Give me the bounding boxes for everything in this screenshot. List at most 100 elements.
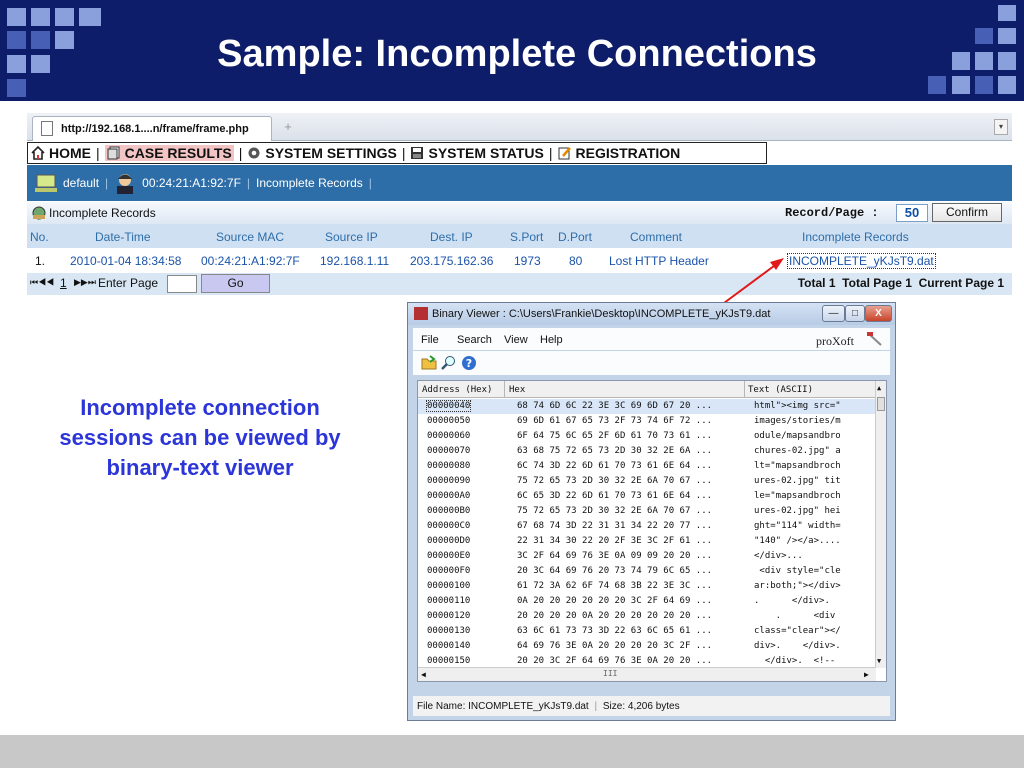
scroll-right-button[interactable]: ▶ <box>864 670 869 679</box>
binary-viewer-toolbar: ? <box>413 351 890 375</box>
hex-cell-text: ar:both;"></div> <box>754 581 841 591</box>
menu-file[interactable]: File <box>421 334 439 346</box>
column-header: Comment <box>630 230 683 244</box>
header-text: Text (ASCII) <box>748 385 814 395</box>
scroll-left-button[interactable]: ◀ <box>421 670 426 679</box>
decor-square <box>975 76 993 94</box>
incomplete-record-file-link[interactable]: INCOMPLETE_yKJsT9.dat <box>787 253 936 269</box>
table-row[interactable]: 1. 2010-01-04 18:34:58 00:24:21:A1:92:7F… <box>27 248 1012 274</box>
hex-row[interactable]: 000000F0 20 3C 64 69 76 20 73 74 79 6C 65… <box>418 564 876 579</box>
cell-source-mac: 00:24:21:A1:92:7F <box>201 254 300 268</box>
hex-row[interactable]: 00000070 63 68 75 72 65 73 2D 30 32 2E 6A… <box>418 444 876 459</box>
menu-system-settings[interactable]: SYSTEM SETTINGS <box>247 145 397 161</box>
go-button[interactable]: Go <box>201 274 270 293</box>
enter-page-input[interactable] <box>167 275 197 293</box>
open-folder-icon[interactable] <box>421 355 437 371</box>
menu-case-results[interactable]: CASE RESULTS <box>104 145 234 161</box>
hex-row[interactable]: 00000140 64 69 76 3E 0A 20 20 20 20 3C 2F… <box>418 639 876 654</box>
page-link[interactable]: 1 <box>60 276 67 290</box>
menu-view[interactable]: View <box>504 334 528 346</box>
hex-row[interactable]: 000000A0 6C 65 3D 22 6D 61 70 73 61 6E 64… <box>418 489 876 504</box>
menu-home[interactable]: HOME <box>31 145 91 161</box>
confirm-button[interactable]: Confirm <box>932 203 1002 222</box>
hex-row[interactable]: 00000080 6C 74 3D 22 6D 61 70 73 61 6E 64… <box>418 459 876 474</box>
record-per-page-input[interactable]: 50 <box>896 204 928 222</box>
hex-cell-addr: 00000130 <box>427 626 471 636</box>
scrollbar-thumb[interactable] <box>877 397 885 411</box>
close-button[interactable]: X <box>865 305 892 322</box>
hex-row[interactable]: 000000C0 67 68 74 3D 22 31 31 34 22 20 77… <box>418 519 876 534</box>
hex-view[interactable]: Address (Hex) Hex Text (ASCII) 00000040 6… <box>417 380 887 682</box>
hex-cell-hex: 63 68 75 72 65 73 2D 30 32 2E 6A ... <box>517 446 713 456</box>
user-icon <box>117 174 134 194</box>
header-address: Address (Hex) <box>422 385 493 395</box>
records-toolbar: Incomplete Records Record/Page : 50 Conf… <box>27 202 1012 224</box>
hex-cell-addr: 00000090 <box>427 476 471 486</box>
hex-cell-hex: 63 6C 61 73 73 3D 22 63 6C 65 61 ... <box>517 626 713 636</box>
hex-cell-text: </div>. <!-- <box>754 656 836 666</box>
hex-cell-hex: 0A 20 20 20 20 20 20 3C 2F 64 69 ... <box>517 596 713 606</box>
hex-row[interactable]: 00000050 69 6D 61 67 65 73 2F 73 74 6F 72… <box>418 414 876 429</box>
slide-footer <box>0 735 1024 768</box>
cell-dport: 80 <box>569 254 583 268</box>
first-prev-page-button[interactable]: ⏮◀◀ <box>30 277 54 288</box>
decor-square <box>952 76 970 94</box>
hex-row[interactable]: 000000B0 75 72 65 73 2D 30 32 2E 6A 70 67… <box>418 504 876 519</box>
gear-icon <box>248 147 260 159</box>
hex-row[interactable]: 000000E0 3C 2F 64 69 76 3E 0A 09 09 20 20… <box>418 549 876 564</box>
status-file-size: Size: 4,206 bytes <box>602 701 680 712</box>
hex-cell-text: html"><img src=" <box>754 401 841 411</box>
hex-row[interactable]: 00000060 6F 64 75 6C 65 2F 6D 61 70 73 61… <box>418 429 876 444</box>
hex-cell-hex: 20 20 3C 2F 64 69 76 3E 0A 20 20 ... <box>517 656 713 666</box>
decor-square <box>7 8 26 26</box>
decor-square <box>31 8 50 26</box>
infobar-section: Incomplete Records <box>256 176 363 190</box>
hex-row[interactable]: 000000D0 22 31 34 30 22 20 2F 3E 3C 2F 61… <box>418 534 876 549</box>
scrollbar-grip[interactable]: III <box>603 669 617 678</box>
totals-text: Total 1 Total Page 1 Current Page 1 <box>798 276 1004 290</box>
minimize-button[interactable]: — <box>822 305 845 322</box>
hex-cell-addr: 00000080 <box>427 461 471 471</box>
record-per-page-label: Record/Page : <box>785 206 879 220</box>
browser-tab[interactable]: http://192.168.1....n/frame/frame.php <box>32 116 272 141</box>
scroll-up-button[interactable]: ▲ <box>877 384 881 392</box>
new-tab-button[interactable]: + <box>277 119 299 137</box>
search-icon[interactable] <box>441 355 457 371</box>
menu-help[interactable]: Help <box>540 334 563 346</box>
menu-system-status[interactable]: SYSTEM STATUS <box>410 145 544 161</box>
hex-row[interactable]: 00000040 68 74 6D 6C 22 3E 3C 69 6D 67 20… <box>418 399 876 414</box>
hex-cell-addr: 000000A0 <box>427 491 471 501</box>
hex-cell-hex: 61 72 3A 62 6F 74 68 3B 22 3E 3C ... <box>517 581 713 591</box>
hex-row[interactable]: 00000110 0A 20 20 20 20 20 20 3C 2F 64 69… <box>418 594 876 609</box>
column-header: D.Port <box>558 230 593 244</box>
help-icon[interactable]: ? <box>461 355 477 371</box>
hex-cell-text: ures-02.jpg" hei <box>754 506 841 516</box>
pager-bar: ⏮◀◀ 1 ▶▶⏭ Enter Page Go Total 1 Total Pa… <box>27 273 1012 295</box>
hex-row[interactable]: 00000120 20 20 20 20 0A 20 20 20 20 20 20… <box>418 609 876 624</box>
horizontal-scrollbar[interactable]: ◀ III ▶ <box>418 667 876 681</box>
hex-row[interactable]: 00000100 61 72 3A 62 6F 74 68 3B 22 3E 3C… <box>418 579 876 594</box>
binary-viewer-titlebar: Binary Viewer : C:\Users\Frankie\Desktop… <box>408 303 895 325</box>
infobar-separator: | <box>368 176 372 190</box>
menu-label: HOME <box>49 145 91 161</box>
binary-viewer-menubar: File Search View Help proXoft <box>413 328 890 350</box>
hex-cell-addr: 00000070 <box>427 446 471 456</box>
svg-text:?: ? <box>466 357 472 370</box>
hex-cell-addr: 00000150 <box>427 656 471 666</box>
menu-search[interactable]: Search <box>457 334 492 346</box>
next-last-page-button[interactable]: ▶▶⏭ <box>74 277 96 288</box>
vertical-scrollbar[interactable]: ▲ ▼ <box>875 381 886 668</box>
hex-cell-hex: 3C 2F 64 69 76 3E 0A 09 09 20 20 ... <box>517 551 713 561</box>
maximize-button[interactable]: □ <box>845 305 865 322</box>
hex-row[interactable]: 00000090 75 72 65 73 2D 30 32 2E 6A 70 67… <box>418 474 876 489</box>
cell-no: 1. <box>35 254 46 268</box>
menu-registration[interactable]: REGISTRATION <box>558 145 680 161</box>
hex-cell-text: <div style="cle <box>754 566 841 576</box>
hex-cell-text: odule/mapsandbro <box>754 431 841 441</box>
hex-cell-addr: 00000140 <box>427 641 471 651</box>
tab-dropdown-button[interactable]: ▾ <box>994 119 1008 135</box>
browser-tabbar: http://192.168.1....n/frame/frame.php + … <box>27 113 1012 141</box>
hex-cell-hex: 68 74 6D 6C 22 3E 3C 69 6D 67 20 ... <box>517 401 713 411</box>
scroll-down-button[interactable]: ▼ <box>877 657 881 665</box>
hex-row[interactable]: 00000130 63 6C 61 73 73 3D 22 63 6C 65 61… <box>418 624 876 639</box>
